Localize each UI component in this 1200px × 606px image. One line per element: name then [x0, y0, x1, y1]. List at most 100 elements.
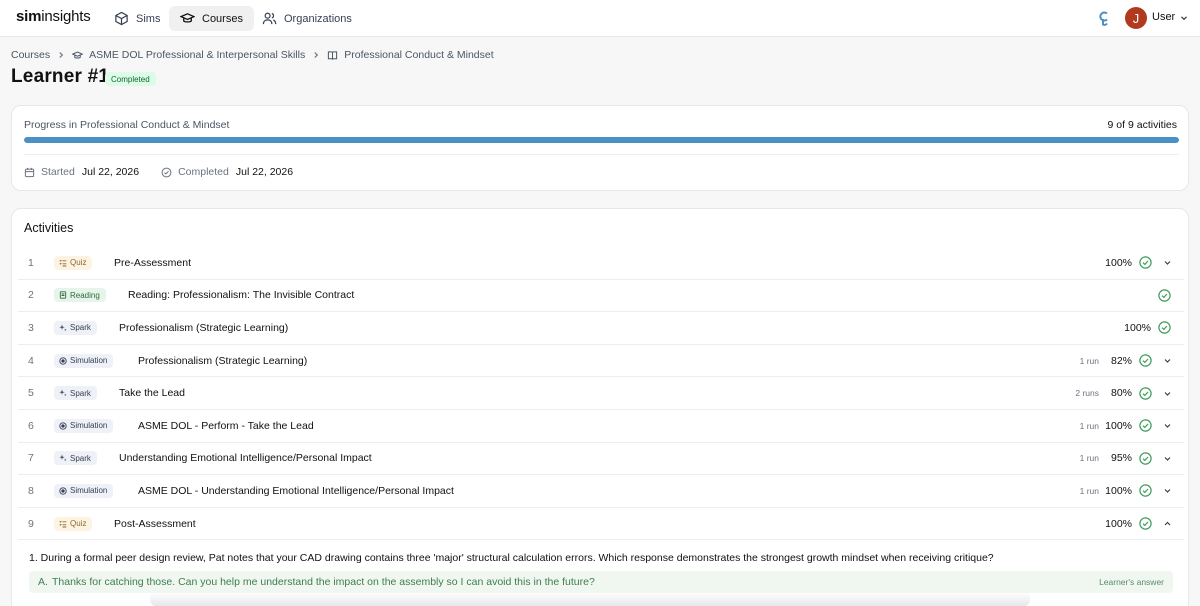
nav-tab-sims[interactable]: Sims — [103, 6, 171, 31]
progress-label: Progress in Professional Conduct & Minds… — [24, 119, 230, 131]
chevron-down-icon[interactable] — [1179, 13, 1189, 23]
activity-number: 6 — [28, 419, 34, 432]
activity-type-badge: Simulation — [54, 353, 114, 368]
activity-type-badge: Simulation — [54, 483, 114, 498]
activity-type-label: Spark — [70, 388, 91, 398]
document-icon — [59, 291, 67, 300]
activity-score: 100% — [1105, 419, 1132, 432]
breadcrumb-module[interactable]: Professional Conduct & Mindset — [344, 49, 493, 61]
check-circle-icon — [1158, 289, 1171, 302]
activity-number: 8 — [28, 484, 34, 497]
activity-type-label: Simulation — [70, 356, 108, 366]
activity-title[interactable]: Reading: Professionalism: The Invisible … — [128, 289, 354, 301]
chevron-down-icon[interactable] — [1163, 421, 1172, 430]
activity-row[interactable]: 1 Quiz Pre-Assessment 100% — [18, 247, 1184, 280]
chevron-right-icon — [314, 52, 319, 58]
nav-tab-label: Organizations — [284, 12, 352, 25]
activity-score: 80% — [1110, 387, 1132, 400]
activity-row[interactable]: 8 Simulation ASME DOL - Understanding Emot… — [18, 475, 1184, 508]
scroll-fade — [150, 592, 1030, 606]
chevron-up-icon[interactable] — [1163, 519, 1172, 528]
activity-score: 100% — [1105, 517, 1132, 530]
activity-title[interactable]: ASME DOL - Perform - Take the Lead — [138, 420, 314, 432]
quiz-question: 1. During a formal peer design review, P… — [29, 552, 994, 564]
learner-answer: A. Thanks for catching those. Can you he… — [29, 571, 1173, 593]
activity-title[interactable]: Understanding Emotional Intelligence/Per… — [119, 452, 372, 464]
nav-tab-organizations[interactable]: Organizations — [251, 6, 363, 31]
progress-card: Progress in Professional Conduct & Minds… — [11, 105, 1189, 191]
completed-label: Completed — [178, 166, 229, 178]
breadcrumb: Courses ASME DOL Professional & Interper… — [11, 49, 494, 61]
activity-row[interactable]: 5 Spark Take the Lead 2 runs 80% — [18, 377, 1184, 410]
activity-type-badge: Quiz — [54, 255, 93, 270]
activity-title[interactable]: Pre-Assessment — [114, 257, 191, 269]
activity-row[interactable]: 4 Simulation Professionalism (Strategic Le… — [18, 345, 1184, 378]
check-circle-icon — [1139, 419, 1152, 432]
check-circle-icon — [1139, 452, 1152, 465]
chevron-right-icon — [59, 52, 64, 58]
activity-score: 100% — [1124, 321, 1151, 334]
activity-number: 7 — [28, 452, 34, 465]
checklist-icon — [59, 520, 67, 527]
divider — [24, 154, 1179, 155]
breadcrumb-course[interactable]: ASME DOL Professional & Interpersonal Sk… — [89, 49, 305, 61]
check-circle-icon — [1139, 517, 1152, 530]
activity-row: 3 Spark Professionalism (Strategic Learnin… — [18, 312, 1184, 345]
people-icon — [262, 12, 277, 25]
graduation-cap-icon — [72, 51, 84, 58]
activity-row[interactable]: 9 Quiz Post-Assessment 100% — [18, 508, 1184, 541]
activity-title[interactable]: Post-Assessment — [114, 518, 196, 530]
activity-type-badge: Quiz — [54, 516, 93, 531]
status-badge: Completed — [105, 72, 156, 86]
activity-score: 95% — [1110, 452, 1132, 465]
chevron-down-icon[interactable] — [1163, 486, 1172, 495]
activity-number: 5 — [28, 387, 34, 400]
simulation-icon — [59, 487, 67, 495]
breadcrumb-courses[interactable]: Courses — [11, 49, 50, 61]
chevron-down-icon[interactable] — [1163, 389, 1172, 398]
checklist-icon — [59, 259, 67, 267]
activity-row[interactable]: 6 Simulation ASME DOL - Perform - Take the… — [18, 410, 1184, 443]
check-circle-icon — [1139, 256, 1152, 269]
activity-score: 82% — [1110, 354, 1132, 367]
check-circle-icon — [161, 167, 172, 177]
sparkle-icon — [59, 324, 67, 332]
progress-count: 9 of 9 activities — [1107, 119, 1177, 131]
activity-title[interactable]: Professionalism (Strategic Learning) — [119, 322, 288, 334]
activity-type-label: Spark — [70, 453, 91, 463]
completed-date: Jul 22, 2026 — [235, 166, 294, 178]
started-date: Jul 22, 2026 — [81, 166, 140, 178]
activity-number: 4 — [28, 354, 34, 367]
activity-type-label: Simulation — [70, 421, 108, 431]
run-count: 1 run — [1079, 355, 1099, 366]
activity-type-label: Reading — [70, 290, 100, 300]
sparkle-icon — [59, 389, 67, 397]
chevron-down-icon[interactable] — [1163, 454, 1172, 463]
chevron-down-icon[interactable] — [1163, 356, 1172, 365]
run-count: 1 run — [1079, 485, 1099, 496]
activity-type-label: Quiz — [70, 258, 87, 268]
date-info: Started Jul 22, 2026 Completed Jul 22, 2… — [24, 166, 293, 178]
user-menu-label[interactable]: User — [1152, 11, 1175, 23]
cube-icon — [115, 11, 128, 26]
page-title: Learner #1 — [11, 66, 110, 87]
activity-type-badge: Reading — [54, 288, 106, 303]
simsinsights-logo[interactable]: siminsights — [16, 8, 91, 25]
activity-title[interactable]: Professionalism (Strategic Learning) — [138, 355, 307, 367]
progress-bar — [24, 137, 1179, 143]
activities-list: 1 Quiz Pre-Assessment 100% 2 Reading Reading: … — [18, 247, 1184, 541]
avatar[interactable]: J — [1125, 7, 1147, 29]
activity-type-badge: Spark — [54, 320, 97, 335]
nav-tab-courses[interactable]: Courses — [169, 6, 254, 31]
check-circle-icon — [1158, 321, 1171, 335]
progress-bar-fill — [24, 137, 1179, 143]
activity-type-badge: Simulation — [54, 418, 114, 433]
activity-row[interactable]: 7 Spark Understanding Emotional Intelligen… — [18, 443, 1184, 476]
activity-number: 1 — [28, 256, 34, 269]
chevron-down-icon[interactable] — [1163, 258, 1172, 267]
activity-row: 2 Reading Reading: Professionalism: The In… — [18, 280, 1184, 313]
activity-title[interactable]: Take the Lead — [119, 387, 185, 399]
activity-number: 9 — [28, 517, 34, 530]
activity-type-label: Simulation — [70, 486, 108, 496]
activity-title[interactable]: ASME DOL - Understanding Emotional Intel… — [138, 485, 454, 497]
